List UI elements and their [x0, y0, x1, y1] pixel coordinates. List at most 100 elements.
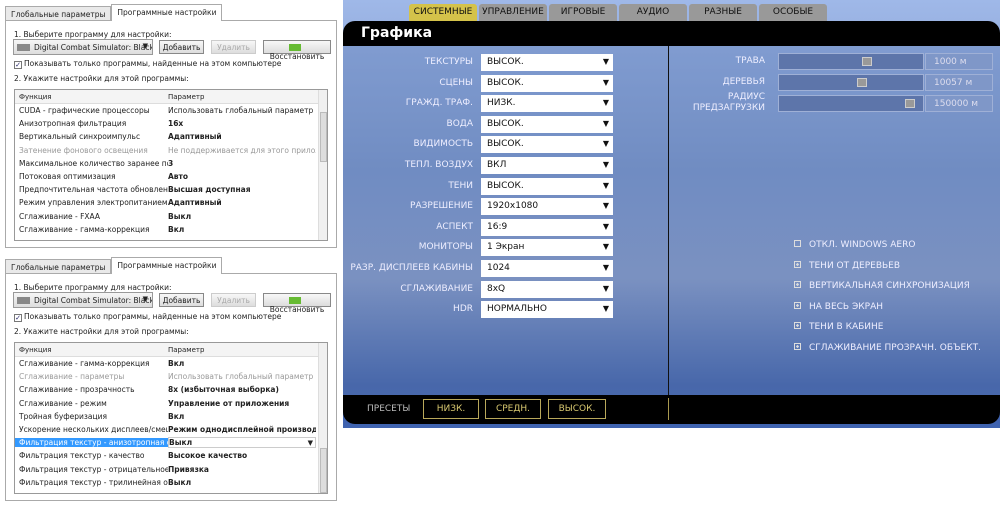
preset-low-button[interactable]: НИЗК.: [423, 399, 479, 419]
column-function[interactable]: Функция: [15, 346, 168, 356]
tab-program-settings[interactable]: Программные настройки: [111, 257, 223, 274]
step2-label: 2. Укажите настройки для этой программы:: [14, 327, 189, 336]
program-select[interactable]: Digital Combat Simulator: Black ... ▼: [13, 39, 153, 55]
table-row[interactable]: Анизотропная фильтрация 16x: [15, 117, 327, 130]
scrollbar-thumb[interactable]: [320, 112, 327, 162]
tab-1[interactable]: УПРАВЛЕНИЕ: [479, 4, 547, 21]
checkbox-icon[interactable]: [794, 322, 801, 330]
show-only-checkbox[interactable]: ✓ Показывать только программы, найденные …: [14, 312, 281, 322]
table-row[interactable]: Фильтрация текстур - качество Высокое кач…: [15, 449, 327, 462]
setting-dropdown[interactable]: НИЗК. ▼: [481, 95, 613, 113]
scrollbar-thumb[interactable]: [320, 448, 327, 493]
tab-program-settings[interactable]: Программные настройки: [111, 4, 223, 21]
table-row[interactable]: Ускорение нескольких дисплеев/смеша... Ре…: [15, 423, 327, 436]
game-settings-window: СИСТЕМНЫЕ УПРАВЛЕНИЕ ИГРОВЫЕ АУДИО РАЗНЫЕ ОСО…: [343, 0, 1000, 428]
table-row[interactable]: Фильтрация текстур - отрицательное о... П…: [15, 463, 327, 476]
function-cell: Предпочтительная частота обновлени...: [19, 185, 168, 195]
table-row[interactable]: Фильтрация текстур - трилинейная опт... В…: [15, 476, 327, 489]
table-row[interactable]: Предпочтительная частота обновлени... Выс…: [15, 183, 327, 196]
table-row[interactable]: Фильтрация текстур - анизотропная оп... В…: [15, 436, 327, 449]
chevron-down-icon: ▼: [142, 42, 148, 50]
parameter-cell: Выкл: [168, 211, 192, 221]
parameter-cell[interactable]: Выкл: [168, 437, 316, 449]
slider-label: РАДИУС ПРЕДЗАГРУЗКИ: [692, 92, 765, 113]
slider-thumb[interactable]: [856, 78, 867, 87]
setting-dropdown[interactable]: ВКЛ ▼: [481, 157, 613, 174]
setting-dropdown[interactable]: 1 Экран ▼: [481, 239, 613, 257]
checkbox-option[interactable]: ТЕНИ В КАБИНЕ: [794, 322, 884, 332]
table-row[interactable]: Сглаживание - гамма-коррекция Вкл: [15, 357, 327, 370]
slider-thumb[interactable]: [862, 57, 873, 66]
setting-dropdown[interactable]: ВЫСОК. ▼: [481, 54, 613, 71]
table-row[interactable]: Режим управления электропитанием Адаптивн…: [15, 196, 327, 209]
checkbox-option[interactable]: ВЕРТИКАЛЬНАЯ СИНХРОНИЗАЦИЯ: [794, 281, 970, 291]
table-row[interactable]: Сглаживание - FXAA Выкл: [15, 210, 327, 223]
section-title: Графика: [361, 25, 433, 41]
checkbox-icon[interactable]: ✓: [14, 314, 22, 322]
remove-button[interactable]: Удалить: [211, 293, 256, 307]
setting-dropdown[interactable]: ВЫСОК. ▼: [481, 136, 613, 154]
column-parameter[interactable]: Параметр: [168, 93, 316, 103]
table-row[interactable]: Сглаживание - режим Управление от приложе…: [15, 397, 327, 410]
function-cell: Ускорение нескольких дисплеев/смеша...: [19, 425, 168, 435]
setting-dropdown[interactable]: НОРМАЛЬНО ▼: [481, 301, 613, 319]
table-row[interactable]: Сглаживание - параметры Использовать глоб…: [15, 370, 327, 383]
table-row[interactable]: CUDA - графические процессоры Использоват…: [15, 104, 327, 117]
program-name: Digital Combat Simulator: Black ...: [34, 296, 153, 305]
preset-medium-button[interactable]: СРЕДН.: [485, 399, 541, 419]
tab-4[interactable]: РАЗНЫЕ: [689, 4, 757, 21]
function-cell: Фильтрация текстур - анизотропная оп...: [15, 438, 168, 448]
checkbox-option[interactable]: НА ВЕСЬ ЭКРАН: [794, 301, 883, 312]
setting-dropdown[interactable]: 1920x1080 ▼: [481, 198, 613, 216]
chevron-down-icon: ▼: [602, 283, 609, 293]
checkbox-icon[interactable]: [794, 260, 801, 268]
program-icon: [17, 44, 30, 51]
checkbox-option[interactable]: ОТКЛ. WINDOWS AERO: [794, 240, 915, 250]
tab-5[interactable]: ОСОБЫЕ: [759, 4, 827, 21]
checkbox-option[interactable]: СГЛАЖИВАНИЕ ПРОЗРАЧН. ОБЪЕКТ.: [794, 343, 981, 353]
table-row[interactable]: Максимальное количество заранее под... 3: [15, 157, 327, 170]
setting-dropdown[interactable]: ВЫСОК. ▼: [481, 177, 613, 195]
table-row[interactable]: Потоковая оптимизация Авто: [15, 170, 327, 183]
tab-2[interactable]: ИГРОВЫЕ: [549, 4, 617, 21]
program-select[interactable]: Digital Combat Simulator: Black ... ▼: [13, 292, 153, 308]
column-parameter[interactable]: Параметр: [168, 346, 316, 356]
step2-label: 2. Укажите настройки для этой программы:: [14, 74, 189, 83]
checkbox-icon[interactable]: [794, 301, 801, 309]
chevron-down-icon: ▼: [602, 180, 609, 190]
checkbox-icon[interactable]: [794, 343, 801, 350]
table-row[interactable]: Сглаживание - прозрачность 8x (избыточная…: [15, 383, 327, 396]
column-function[interactable]: Функция: [15, 93, 168, 103]
table-row[interactable]: Затенение фонового освещения Не поддержив…: [15, 144, 327, 157]
table-row[interactable]: Сглаживание - гамма-коррекция Вкл: [15, 223, 327, 236]
add-button[interactable]: Добавить: [159, 40, 204, 54]
table-row[interactable]: Вертикальный синхроимпульс Адаптивный: [15, 130, 327, 143]
slider-track[interactable]: [778, 74, 924, 91]
scrollbar[interactable]: [318, 343, 327, 493]
slider-thumb[interactable]: [904, 99, 915, 108]
add-button[interactable]: Добавить: [159, 293, 204, 307]
checkbox-icon[interactable]: [794, 281, 801, 289]
checkbox-option[interactable]: ТЕНИ ОТ ДЕРЕВЬЕВ: [794, 260, 900, 271]
setting-dropdown[interactable]: 8xQ ▼: [481, 280, 613, 298]
slider-track[interactable]: [778, 53, 924, 70]
slider-value: 150000 м: [925, 95, 993, 112]
setting-dropdown[interactable]: ВЫСОК. ▼: [481, 115, 613, 133]
table-row[interactable]: Тройная буферизация Вкл: [15, 410, 327, 423]
function-cell: Затенение фонового освещения: [19, 145, 148, 155]
restore-button[interactable]: Восстановить: [263, 293, 331, 314]
restore-button[interactable]: Восстановить: [263, 40, 331, 61]
setting-dropdown[interactable]: 16:9 ▼: [481, 218, 613, 236]
setting-dropdown[interactable]: ВЫСОК. ▼: [481, 74, 613, 92]
remove-button[interactable]: Удалить: [211, 40, 256, 54]
tab-0[interactable]: СИСТЕМНЫЕ: [409, 4, 477, 21]
chevron-down-icon[interactable]: ▼: [308, 439, 313, 447]
scrollbar[interactable]: [318, 90, 327, 240]
setting-dropdown[interactable]: 1024 ▼: [481, 260, 613, 277]
preset-high-button[interactable]: ВЫСОК.: [548, 399, 606, 419]
checkbox-icon[interactable]: [794, 240, 801, 247]
show-only-checkbox[interactable]: ✓ Показывать только программы, найденные …: [14, 59, 281, 69]
tab-3[interactable]: АУДИО: [619, 4, 687, 21]
checkbox-icon[interactable]: ✓: [14, 61, 22, 69]
slider-track[interactable]: [778, 95, 924, 112]
